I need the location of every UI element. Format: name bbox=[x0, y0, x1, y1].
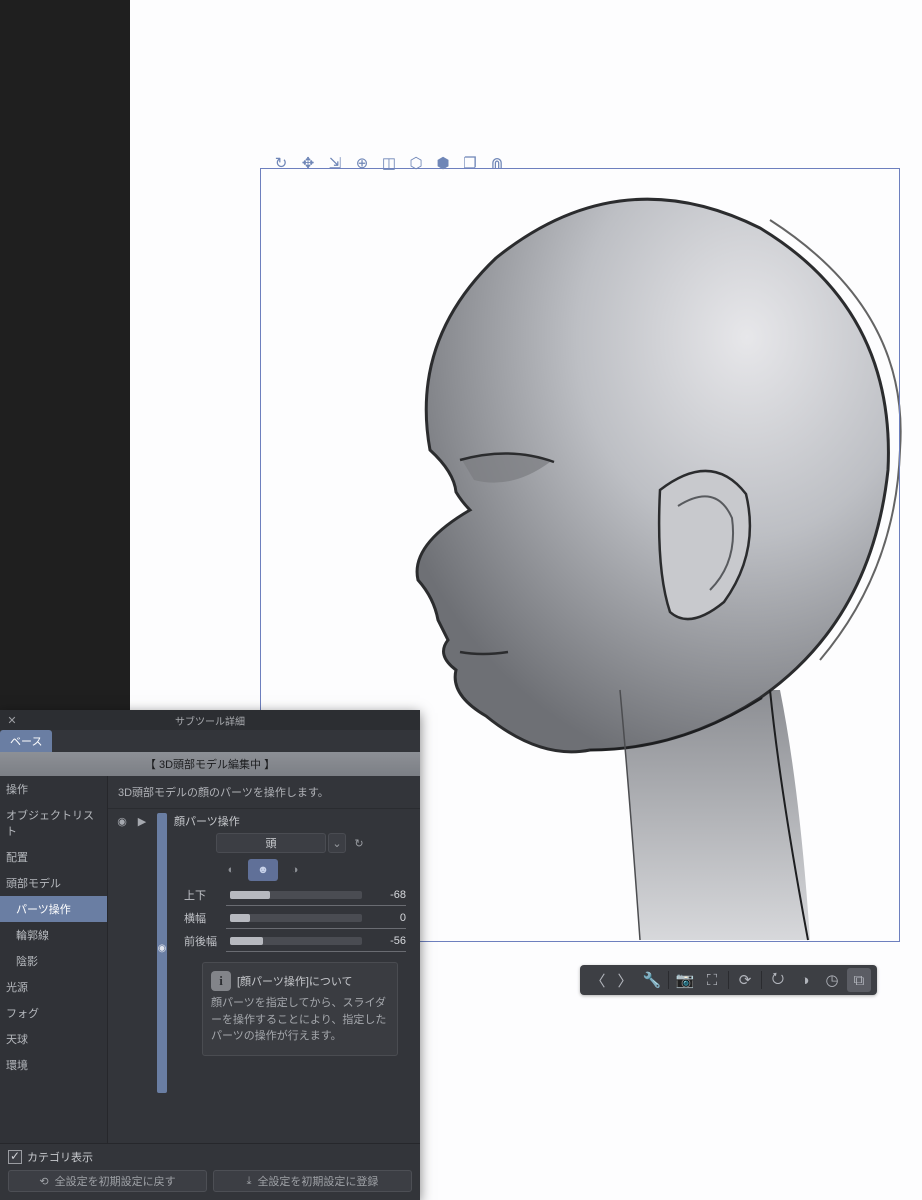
rotation-add-icon[interactable]: ⭮ bbox=[766, 968, 790, 992]
move-3d-icon[interactable]: ✥ bbox=[297, 152, 319, 174]
camera-icon[interactable]: 📷 bbox=[673, 968, 697, 992]
cat-パーツ操作[interactable]: パーツ操作 bbox=[0, 896, 107, 922]
reset-icon[interactable]: ↻ bbox=[350, 833, 368, 853]
toolbar-separator bbox=[728, 971, 729, 989]
axis-left-icon[interactable]: ◐ bbox=[216, 859, 246, 881]
save-icon: ⤓ bbox=[247, 1175, 252, 1188]
panel-footer: カテゴリ表示 ⟲ 全設定を初期設定に戻す ⤓ 全設定を初期設定に登録 bbox=[0, 1143, 420, 1200]
slider-track[interactable] bbox=[230, 891, 362, 899]
reset-all-label: 全設定を初期設定に戻す bbox=[55, 1173, 176, 1189]
subtool-detail-panel: ✕ サブツール詳細 ベース 【 3D頭部モデル編集中 】 操作 オブジェクトリス… bbox=[0, 710, 420, 1200]
slider-value[interactable]: -68 bbox=[368, 889, 406, 901]
register-all-label: 全設定を初期設定に登録 bbox=[257, 1173, 378, 1189]
slider-track[interactable] bbox=[230, 937, 362, 945]
reset-all-button[interactable]: ⟲ 全設定を初期設定に戻す bbox=[8, 1170, 207, 1192]
chevron-down-icon[interactable]: ⌄ bbox=[328, 833, 346, 853]
slider-上下: 上下 -68 bbox=[184, 887, 406, 903]
panel-titlebar[interactable]: ✕ サブツール詳細 bbox=[0, 710, 420, 730]
pivot-icon[interactable]: ⊕ bbox=[351, 152, 373, 174]
register-all-button[interactable]: ⤓ 全設定を初期設定に登録 bbox=[213, 1170, 412, 1192]
info-box: i [顔パーツ操作]について 顔パーツを指定してから、スライダーを操作することに… bbox=[202, 962, 398, 1056]
cat-配置[interactable]: 配置 bbox=[0, 844, 107, 870]
panel-tabs: ベース bbox=[0, 730, 420, 752]
info-icon: i bbox=[211, 971, 231, 991]
panel-subtitle: 【 3D頭部モデル編集中 】 bbox=[0, 752, 420, 776]
info-title: [顔パーツ操作]について bbox=[237, 973, 353, 989]
cat-環境[interactable]: 環境 bbox=[0, 1052, 107, 1078]
info-body: 顔パーツを指定してから、スライダーを操作することにより、指定したパーツの操作が行… bbox=[211, 995, 389, 1045]
show-category-checkbox[interactable] bbox=[8, 1150, 22, 1164]
tab-base[interactable]: ベース bbox=[0, 730, 52, 752]
cube-cycle-icon[interactable]: ◑ bbox=[793, 968, 817, 992]
cat-陰影[interactable]: 陰影 bbox=[0, 948, 107, 974]
manipulator-toolbar: ↻ ✥ ⇲ ⊕ ◫ ⬡ ⬢ ❐ ⋒ bbox=[268, 150, 510, 176]
slider-label: 上下 bbox=[184, 887, 224, 903]
undo-icon: ⟲ bbox=[39, 1175, 48, 1188]
view-toolbar: 〈 〉 🔧 📷 ⛶ ⟳ ⭮ ◑ ◷ ⧉ bbox=[580, 965, 877, 995]
cube-rotate-icon[interactable]: ⟳ bbox=[733, 968, 757, 992]
cube-axes-icon[interactable]: ⬢ bbox=[432, 152, 454, 174]
part-dropdown[interactable]: 頭 bbox=[216, 833, 326, 853]
close-icon[interactable]: ✕ bbox=[0, 714, 24, 727]
axis-right-icon[interactable]: ◑ bbox=[280, 859, 310, 881]
focus-icon[interactable]: ⛶ bbox=[700, 968, 724, 992]
toolbar-separator bbox=[668, 971, 669, 989]
slider-track[interactable] bbox=[230, 914, 362, 922]
eye-icon[interactable]: ◉ bbox=[155, 943, 169, 953]
axis-front-icon[interactable]: ☻ bbox=[248, 859, 278, 881]
slider-横幅: 横幅 0 bbox=[184, 910, 406, 926]
prev-icon[interactable]: 〈 bbox=[586, 968, 610, 992]
group-title: 顔パーツ操作 bbox=[174, 813, 240, 829]
cat-オブジェクトリスト[interactable]: オブジェクトリスト bbox=[0, 802, 107, 844]
cube-wire-icon[interactable]: ◫ bbox=[378, 152, 400, 174]
cube-up-icon[interactable]: ⬡ bbox=[405, 152, 427, 174]
scale-3d-icon[interactable]: ⇲ bbox=[324, 152, 346, 174]
cat-頭部モデル[interactable]: 頭部モデル bbox=[0, 870, 107, 896]
visibility-icon[interactable]: ◉ bbox=[114, 813, 130, 829]
cat-操作[interactable]: 操作 bbox=[0, 776, 107, 802]
cat-光源[interactable]: 光源 bbox=[0, 974, 107, 1000]
cat-天球[interactable]: 天球 bbox=[0, 1026, 107, 1052]
timer-icon[interactable]: ◷ bbox=[820, 968, 844, 992]
slider-label: 前後幅 bbox=[184, 933, 224, 949]
slider-前後幅: 前後幅 -56 bbox=[184, 933, 406, 949]
settings-main: 3D頭部モデルの顔のパーツを操作します。 ◉ ▶ ◉ 顔パーツ操作 頭 bbox=[108, 776, 420, 1143]
layers-add-icon[interactable]: ⧉ bbox=[847, 968, 871, 992]
toolbar-separator bbox=[761, 971, 762, 989]
panel-title: サブツール詳細 bbox=[0, 713, 420, 728]
slider-label: 横幅 bbox=[184, 910, 224, 926]
show-category-label: カテゴリ表示 bbox=[27, 1149, 93, 1165]
orbit-icon[interactable]: ↻ bbox=[270, 152, 292, 174]
slider-value[interactable]: -56 bbox=[368, 935, 406, 947]
expand-icon[interactable]: ▶ bbox=[134, 813, 150, 829]
wrench-icon[interactable]: 🔧 bbox=[640, 968, 664, 992]
next-icon[interactable]: 〉 bbox=[613, 968, 637, 992]
magnet-icon[interactable]: ⋒ bbox=[486, 152, 508, 174]
settings-description: 3D頭部モデルの顔のパーツを操作します。 bbox=[108, 776, 420, 809]
box-stack-icon[interactable]: ❐ bbox=[459, 152, 481, 174]
cat-輪郭線[interactable]: 輪郭線 bbox=[0, 922, 107, 948]
cat-フォグ[interactable]: フォグ bbox=[0, 1000, 107, 1026]
category-list: 操作 オブジェクトリスト 配置 頭部モデル パーツ操作 輪郭線 陰影 光源 フォ… bbox=[0, 776, 108, 1143]
slider-value[interactable]: 0 bbox=[368, 912, 406, 924]
